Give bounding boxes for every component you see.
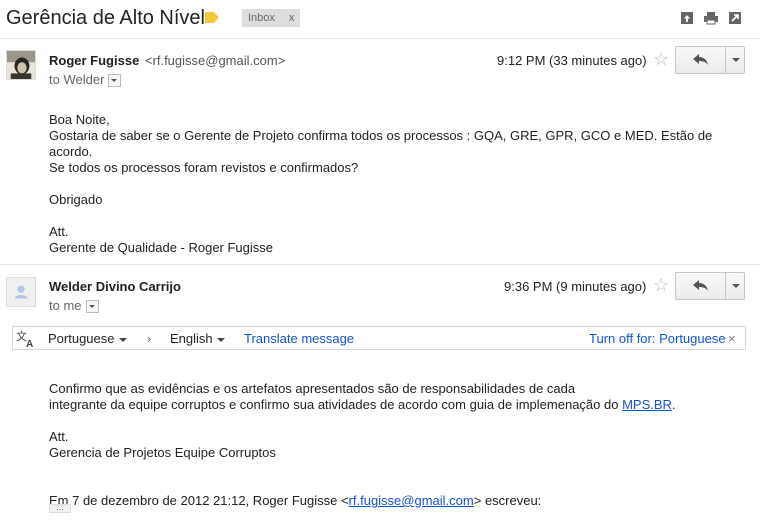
language-arrow-icon: › <box>147 331 152 346</box>
sender-line: Welder Divino Carrijo <box>49 279 181 294</box>
body-line <box>49 208 712 224</box>
quote-email-link[interactable]: rf.fugisse@gmail.com <box>349 493 474 508</box>
body-line: Gostaria de saber se o Gerente de Projet… <box>49 128 713 143</box>
email-subject: Gerência de Alto Nível <box>6 7 205 29</box>
signature-line: Att. <box>49 429 69 444</box>
recipient-details-dropdown[interactable] <box>85 300 99 314</box>
show-trimmed-content-button[interactable]: ... <box>49 503 71 513</box>
body-line: Confirmo que as evidências e os artefato… <box>49 381 576 396</box>
recipient-details-dropdown[interactable] <box>108 74 122 88</box>
star-icon[interactable]: ☆ <box>653 276 669 294</box>
more-actions-dropdown[interactable] <box>726 47 744 73</box>
avatar <box>6 50 36 80</box>
print-icon[interactable] <box>703 10 719 26</box>
sender-name: Welder Divino Carrijo <box>49 279 181 294</box>
new-window-icon[interactable] <box>679 10 695 26</box>
signature-line: Gerencia de Projetos Equipe Corruptos <box>49 445 276 460</box>
expand-icon[interactable] <box>727 10 743 26</box>
translate-icon: 文 A <box>16 330 33 348</box>
recipient-text: to me <box>49 298 82 313</box>
more-actions-dropdown[interactable] <box>726 273 744 299</box>
body-line: Att. <box>49 224 69 239</box>
body-line: Se todos os processos foram revistos e c… <box>49 160 359 175</box>
recipient-line: to me <box>49 298 99 314</box>
reply-arrow-icon <box>693 280 708 291</box>
svg-text:A: A <box>26 339 33 348</box>
sender-line: Roger Fugisse <rf.fugisse@gmail.com> <box>49 53 285 68</box>
header-divider <box>0 38 760 39</box>
reply-button-group <box>675 46 745 74</box>
quote-text: Em 7 de dezembro de 2012 21:12, Roger Fu… <box>49 493 349 508</box>
body-line: Boa Noite, <box>49 112 110 127</box>
translate-message-link[interactable]: Translate message <box>244 331 354 346</box>
body-text-segment: integrante da equipe corruptos e confirm… <box>49 397 623 412</box>
star-icon[interactable]: ☆ <box>653 50 669 68</box>
quote-text: > escreveu: <box>473 493 542 508</box>
label-tag-icon[interactable] <box>205 12 219 23</box>
mps-br-link[interactable]: MPS.BR <box>622 397 672 412</box>
target-language-label: English <box>170 331 213 346</box>
target-language-dropdown[interactable]: English <box>170 331 225 346</box>
message-time: 9:36 PM (9 minutes ago) <box>504 279 647 294</box>
message-time: 9:12 PM (33 minutes ago) <box>497 53 647 68</box>
body-line: Obrigado <box>49 192 103 207</box>
quote-header: Em 7 de dezembro de 2012 21:12, Roger Fu… <box>49 477 541 509</box>
source-language-label: Portuguese <box>48 331 115 346</box>
reply-button[interactable] <box>676 273 726 299</box>
body-line <box>49 176 712 192</box>
sender-email: <rf.fugisse@gmail.com> <box>144 53 286 68</box>
message-divider <box>0 264 760 265</box>
inbox-label-text: Inbox <box>248 12 275 24</box>
body-line: integrante da equipe corruptos e confirm… <box>49 397 676 413</box>
inbox-label-chip[interactable]: Inbox x <box>242 9 301 27</box>
chevron-down-icon <box>216 337 225 342</box>
chevron-down-icon <box>118 337 127 342</box>
recipient-text: to Welder <box>49 72 105 87</box>
body-line: Gerente de Qualidade - Roger Fugisse <box>49 240 274 255</box>
recipient-line: to Welder <box>49 72 122 88</box>
sender-name: Roger Fugisse <box>49 53 140 68</box>
signature: Att. Gerencia de Projetos Equipe Corrupto… <box>49 413 276 477</box>
remove-label-icon[interactable]: x <box>289 12 295 24</box>
body-line: acordo. <box>49 144 93 159</box>
reply-arrow-icon <box>693 54 708 65</box>
close-icon[interactable]: × <box>728 331 736 346</box>
avatar <box>6 277 36 307</box>
reply-button[interactable] <box>676 47 726 73</box>
source-language-dropdown[interactable]: Portuguese <box>48 331 127 346</box>
reply-button-group <box>675 272 745 300</box>
translate-bar: 文 A Portuguese › English Translate messa… <box>12 326 746 350</box>
message-body: Boa Noite, Gostaria de saber se o Gerente… <box>49 96 712 272</box>
turn-off-translation-link[interactable]: Turn off for: Portuguese <box>589 331 726 346</box>
body-text-segment: . <box>671 397 676 412</box>
